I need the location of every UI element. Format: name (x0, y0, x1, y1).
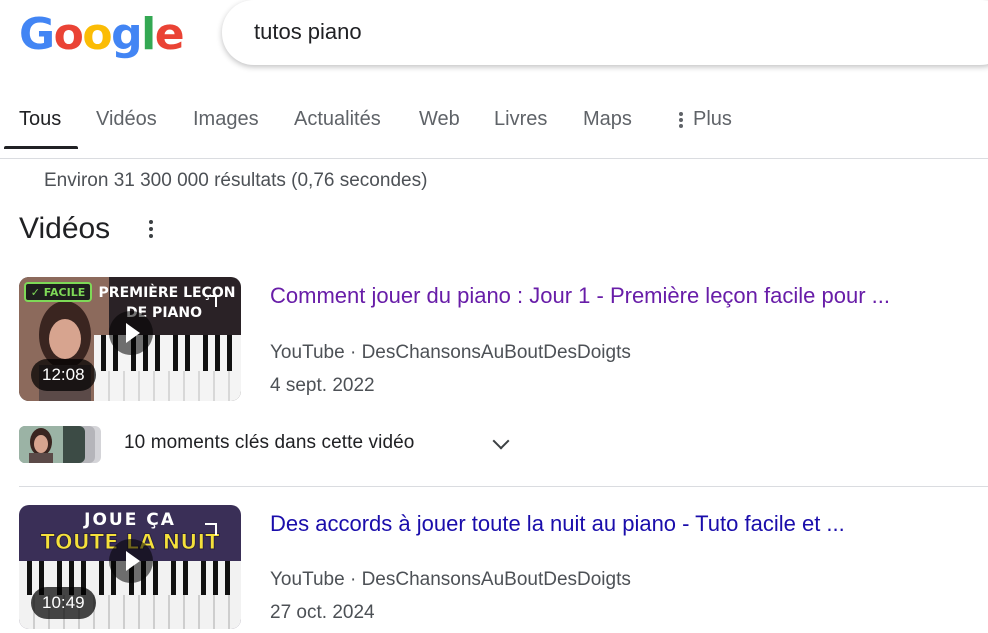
meta-separator: · (344, 342, 362, 363)
video-duration: 10:49 (31, 587, 96, 619)
logo-letter: e (154, 9, 185, 60)
video-date: 4 sept. 2022 (270, 375, 375, 396)
video-source: YouTube · DesChansonsAuBoutDesDoigts (270, 342, 631, 364)
tab-all[interactable]: Tous (19, 107, 61, 131)
tab-videos[interactable]: Vidéos (96, 107, 157, 131)
tab-more[interactable]: Plus (679, 107, 732, 131)
play-icon (109, 539, 153, 583)
search-input[interactable] (254, 19, 754, 45)
logo-letter: G (19, 9, 55, 60)
key-moments-thumbnails (19, 426, 101, 463)
tab-news[interactable]: Actualités (294, 107, 381, 131)
result-divider (19, 486, 988, 487)
search-tabs: Tous Vidéos Images Actualités Web Livres… (0, 100, 988, 159)
video-source: YouTube · DesChansonsAuBoutDesDoigts (270, 569, 631, 591)
video-source-name: YouTube (270, 342, 345, 363)
tab-books[interactable]: Livres (494, 107, 547, 131)
result-stats: Environ 31 300 000 résultats (0,76 secon… (44, 170, 428, 191)
expand-icon (205, 523, 217, 535)
tab-maps[interactable]: Maps (583, 107, 632, 131)
play-icon (109, 311, 153, 355)
video-date: 27 oct. 2024 (270, 602, 375, 623)
logo-letter: o (82, 9, 112, 60)
logo-letter: g (111, 9, 143, 60)
video-duration: 12:08 (31, 359, 96, 391)
key-moments-toggle[interactable]: 10 moments clés dans cette vidéo (19, 426, 559, 463)
video-title-link[interactable]: Comment jouer du piano : Jour 1 - Premiè… (270, 282, 890, 310)
tab-images[interactable]: Images (193, 107, 259, 131)
meta-separator: · (344, 569, 362, 590)
google-logo[interactable]: Google (19, 9, 185, 60)
video-thumbnail[interactable]: JOUE ÇA TOUTE LA NUIT 10:49 (19, 505, 241, 629)
active-tab-indicator (4, 146, 78, 149)
logo-letter: o (53, 9, 84, 60)
video-thumbnail[interactable]: ✓ FACILE PREMIÈRE LEÇON DE PIANO 12:08 (19, 277, 241, 401)
video-source-name: YouTube (270, 569, 345, 590)
tab-more-label: Plus (693, 108, 732, 130)
section-more-icon[interactable] (146, 218, 156, 240)
video-channel: DesChansonsAuBoutDesDoigts (361, 569, 631, 590)
more-vert-icon (679, 110, 683, 130)
thumb-badge-text: ✓ FACILE (31, 286, 86, 299)
key-moments-label: 10 moments clés dans cette vidéo (124, 432, 415, 453)
search-box[interactable] (222, 0, 988, 65)
section-title: Vidéos (19, 212, 111, 245)
video-channel: DesChansonsAuBoutDesDoigts (361, 342, 631, 363)
expand-icon (205, 295, 217, 307)
logo-letter: l (141, 9, 156, 60)
tab-web[interactable]: Web (419, 107, 460, 131)
thumb-caption-1: JOUE ÇA (83, 510, 176, 530)
video-title-link[interactable]: Des accords à jouer toute la nuit au pia… (270, 510, 845, 538)
chevron-down-icon (492, 432, 510, 450)
